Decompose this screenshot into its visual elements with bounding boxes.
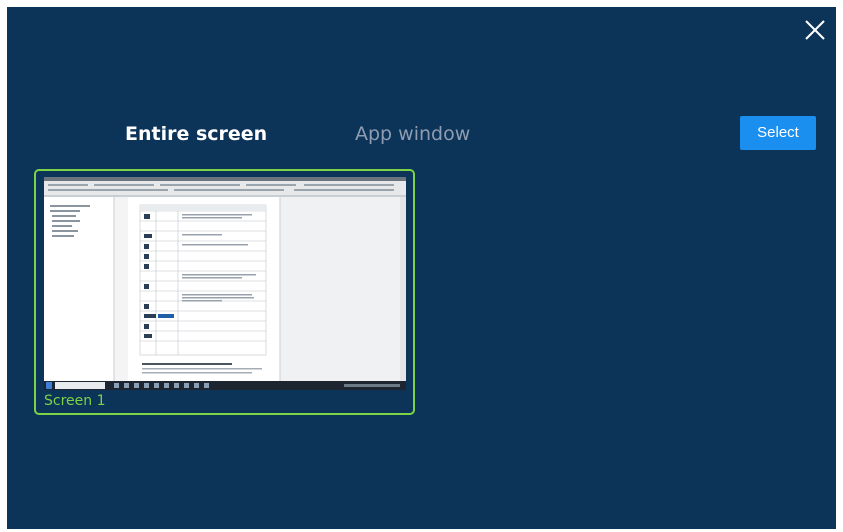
close-button[interactable] bbox=[802, 17, 828, 43]
screen-thumbnail-card[interactable]: Screen 1 bbox=[34, 169, 415, 415]
tab-entire-screen[interactable]: Entire screen bbox=[125, 123, 267, 145]
screen-preview bbox=[44, 177, 406, 390]
close-icon bbox=[805, 20, 825, 40]
screen-label: Screen 1 bbox=[44, 393, 106, 409]
tab-app-window[interactable]: App window bbox=[355, 123, 470, 145]
select-button[interactable]: Select bbox=[740, 116, 816, 150]
screen-share-dialog: Entire screen App window Select Screen 1 bbox=[7, 7, 836, 529]
screen-preview-image bbox=[44, 177, 406, 390]
